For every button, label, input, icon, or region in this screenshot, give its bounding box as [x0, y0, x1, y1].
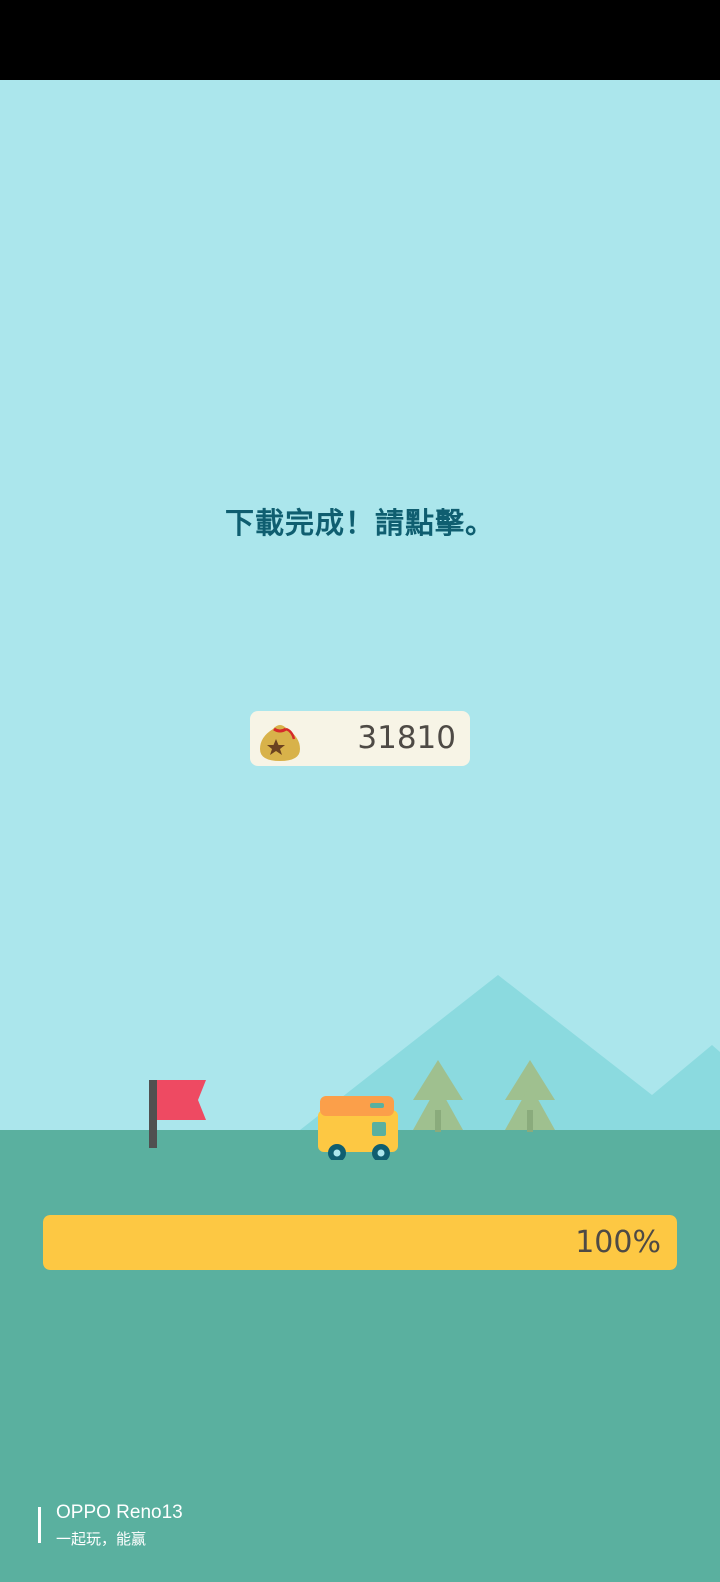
watermark-divider — [38, 1507, 41, 1543]
status-bar — [0, 0, 720, 80]
currency-display: 31810 — [250, 711, 470, 766]
progress-percent: 100% — [575, 1225, 661, 1260]
money-bag-icon — [260, 725, 300, 761]
camper-van-icon — [318, 1096, 398, 1160]
flag-icon — [149, 1080, 206, 1148]
scenery — [149, 975, 720, 1160]
watermark-subtitle: 一起玩，能赢 — [56, 1530, 147, 1548]
download-progress-bar: 100% — [43, 1215, 677, 1270]
watermark-title: OPPO Reno13 — [56, 1502, 183, 1523]
currency-amount: 31810 — [357, 720, 456, 756]
download-complete-message[interactable]: 下載完成！請點擊。 — [0, 500, 720, 542]
